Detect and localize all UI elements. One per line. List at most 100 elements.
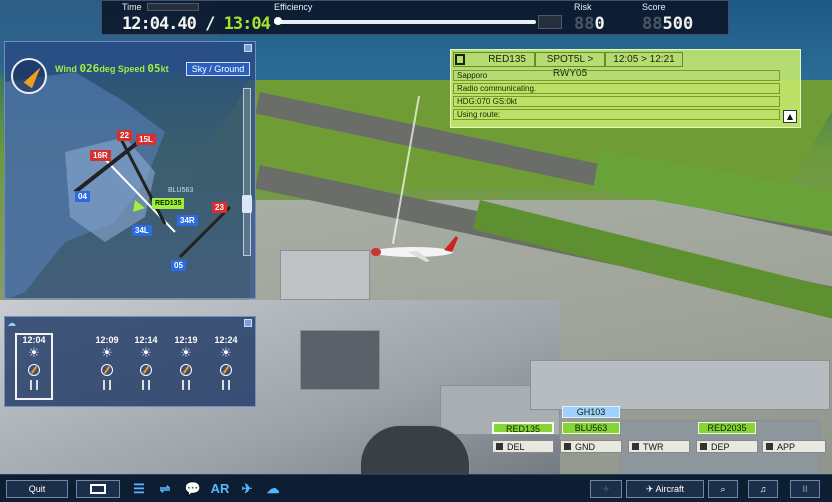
runway-tag-05[interactable]: 05 (171, 260, 186, 271)
risk-readout: 880 (574, 14, 605, 34)
runway-icon (222, 380, 230, 390)
weather-slot-time: 12:04 (22, 335, 46, 345)
wind-arrow-icon (101, 364, 113, 376)
aircraft-button[interactable]: ✈ Aircraft (626, 480, 704, 498)
runway-icon (103, 380, 111, 390)
wind-arrow-icon (28, 364, 40, 376)
zoom-slider-handle[interactable] (242, 195, 252, 213)
aircraft-prev-icon[interactable]: ✈ (590, 480, 622, 498)
quit-button[interactable]: Quit (6, 480, 68, 498)
flight-info-line: Sapporo (453, 70, 780, 81)
status-top-bar: Time 12:04.40 / 13:04 Efficiency Risk 88… (101, 0, 729, 35)
building (280, 250, 370, 300)
sun-icon: ☀ (101, 346, 113, 361)
time-gauge (147, 3, 199, 11)
score-value: 500 (662, 14, 694, 34)
runway-icon (142, 380, 150, 390)
music-button[interactable]: ♫ (748, 480, 778, 498)
risk-value: 0 (594, 14, 605, 34)
runway-tag-04[interactable]: 04 (75, 191, 90, 202)
weather-slot-time: 12:09 (95, 335, 119, 345)
handoff-gnd-button[interactable]: GND (560, 440, 622, 453)
score-label: Score (642, 2, 666, 12)
cloud-icon: ☁ (7, 319, 16, 329)
aircraft-tag-red2035[interactable]: RED2035 (698, 422, 756, 434)
handoff-twr-button[interactable]: TWR (628, 440, 690, 453)
flight-info-line: HDG:070 GS:0kt (453, 96, 780, 107)
wind-label: Wind (55, 64, 77, 74)
speed-unit: kt (160, 64, 169, 74)
bottom-toolbar: Quit ☰ ⇌ 💬 AR ✈ ☁ ✈ ✈ Aircraft ⌕ ♫ II (0, 474, 832, 502)
radio-icon[interactable]: ✈ (236, 480, 258, 498)
callsign: RED135 (488, 54, 526, 65)
window-icon (90, 484, 106, 494)
handoff-del-button[interactable]: DEL (492, 440, 554, 453)
screen-mode-button[interactable] (76, 480, 120, 498)
time-readout: 12:04.40 / 13:04 (122, 14, 271, 34)
sun-icon: ☀ (180, 346, 192, 361)
risk-label: Risk (574, 2, 592, 12)
runway-tag-23[interactable]: 23 (212, 202, 227, 213)
pause-button[interactable]: II (790, 480, 820, 498)
building (300, 330, 380, 390)
building (530, 360, 830, 410)
weather-icon[interactable]: ☁ (262, 480, 284, 498)
aircraft-tag-blu563[interactable]: BLU563 (165, 185, 196, 196)
radar-close-button[interactable] (244, 44, 252, 52)
sun-icon: ☀ (28, 346, 40, 361)
score-readout: 88500 (642, 14, 693, 34)
weather-slot[interactable]: 12:04 ☀ (15, 333, 53, 400)
wind-unit: deg (99, 64, 116, 74)
runway-tag-15l[interactable]: 15L (136, 134, 156, 145)
handoff-app-button[interactable]: APP (762, 440, 826, 453)
runway-tag-22[interactable]: 22 (117, 130, 132, 141)
flight-info-panel[interactable]: RED135 SPOT5L > RWY05 12:05 > 12:21 Sapp… (450, 49, 801, 128)
sun-icon: ☀ (140, 346, 152, 361)
sky-ground-toggle[interactable]: Sky / Ground (186, 62, 250, 76)
handoff-dep-button[interactable]: DEP (696, 440, 758, 453)
efficiency-gauge-end (538, 15, 562, 29)
time-separator: / (205, 14, 215, 34)
time-label: Time (122, 2, 142, 12)
speed-label: Speed (117, 64, 145, 74)
risk-dim-digits: 88 (574, 14, 595, 34)
callsign-cell: RED135 (453, 52, 535, 67)
runway-tag-34l[interactable]: 34L (132, 225, 152, 236)
aircraft-label: Aircraft (655, 484, 685, 494)
time-window-cell: 12:05 > 12:21 (605, 52, 683, 67)
runway-tag-34r[interactable]: 34R (177, 215, 198, 226)
aircraft-tag-gh103[interactable]: GH103 (562, 406, 620, 418)
aircraft-tag-blu563[interactable]: BLU563 (562, 422, 620, 434)
weather-forecast-panel: ☁ 12:04 ☀ 12:09 ☀ 12:14 ☀ 12:19 ☀ 12:24 ☀ (4, 316, 256, 407)
scroll-up-button[interactable]: ▲ (783, 110, 797, 123)
strip-icon (455, 54, 465, 65)
efficiency-bar (274, 17, 536, 25)
weather-slot-time: 12:19 (174, 335, 198, 345)
flight-info-line: Radio communicating. (453, 83, 780, 94)
flight-info-line: Using route: (453, 109, 780, 120)
runway-config-icon[interactable]: ⇌ (154, 480, 176, 498)
aircraft-tag-red135[interactable]: RED135 (492, 422, 554, 434)
efficiency-marker (274, 17, 282, 25)
aircraft-tag-red135[interactable]: RED135 (152, 198, 185, 209)
weather-slot[interactable]: 12:09 ☀ (89, 335, 125, 402)
search-button[interactable]: ⌕ (708, 480, 738, 498)
ar-button[interactable]: AR (207, 480, 233, 498)
weather-slot[interactable]: 12:19 ☀ (168, 335, 204, 402)
wind-direction: 026 (79, 62, 100, 75)
airliner-red135[interactable] (368, 234, 458, 264)
radar-panel[interactable]: Wind 026deg Speed 05 kt Sky / Ground 22 1… (4, 41, 256, 299)
weather-slot[interactable]: 12:14 ☀ (128, 335, 164, 402)
list-icon[interactable]: ☰ (128, 480, 150, 498)
runway-icon (30, 380, 38, 390)
radar-zoom-slider[interactable] (242, 88, 252, 256)
pause-icon: II (802, 484, 808, 494)
runway-tag-16r[interactable]: 16R (90, 150, 111, 161)
weather-slot[interactable]: 12:24 ☀ (208, 335, 244, 402)
chat-icon[interactable]: 💬 (182, 480, 204, 498)
time-limit: 13:04 (223, 14, 271, 34)
wind-arrow-icon (220, 364, 232, 376)
route-cell: SPOT5L > RWY05 (535, 52, 605, 79)
weather-close-button[interactable] (244, 319, 252, 327)
efficiency-label: Efficiency (274, 2, 313, 12)
